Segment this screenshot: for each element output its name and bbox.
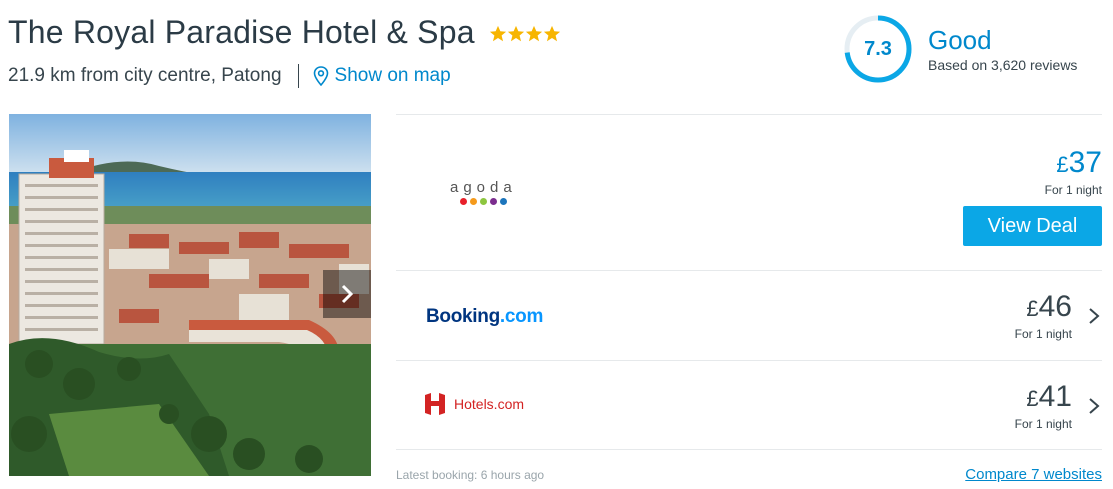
latest-booking-text: Latest booking: 6 hours ago (396, 467, 545, 482)
star-rating (489, 25, 561, 43)
deals-footer: Latest booking: 6 hours ago Compare 7 we… (396, 466, 1102, 483)
booking-logo-suffix: .com (499, 306, 544, 327)
distance-text: 21.9 km from city centre, Patong (8, 65, 282, 86)
per-night-label: For 1 night (1014, 327, 1072, 341)
agoda-logo-text: agoda (450, 179, 517, 196)
currency-symbol: £ (1026, 386, 1039, 411)
hotels-h-icon (425, 393, 445, 415)
booking-price: £46 For 1 night (1014, 291, 1072, 342)
booking-logo: Booking .com (426, 306, 543, 328)
star-icon (489, 25, 506, 41)
hotel-photo[interactable] (9, 114, 371, 476)
per-night-label: For 1 night (1044, 183, 1102, 197)
agoda-dots-icon (459, 198, 507, 205)
deals-list: agoda £37 For 1 night View Deal Booking.… (396, 114, 1102, 450)
agoda-logo: agoda (450, 179, 517, 205)
star-icon (507, 25, 524, 41)
chevron-right-icon[interactable] (1088, 397, 1100, 415)
hotels-logo-text: Hotels.com (454, 396, 525, 412)
review-count: Based on 3,620 reviews (928, 57, 1078, 73)
chevron-right-icon (341, 284, 354, 304)
currency-symbol: £ (1026, 296, 1039, 321)
compare-websites-link[interactable]: Compare 7 websites (965, 466, 1102, 483)
show-on-map-link[interactable]: Show on map (313, 65, 451, 87)
view-deal-button[interactable]: View Deal (963, 206, 1102, 246)
hotel-name: The Royal Paradise Hotel & Spa (8, 14, 475, 50)
hotel-location-row: 21.9 km from city centre, Patong Show on… (8, 64, 451, 88)
hotels-logo: Hotels.com (424, 392, 524, 416)
hotels-price: £41 For 1 night (1014, 381, 1072, 432)
per-night-label: For 1 night (1014, 417, 1072, 431)
rating-ring: 7.3 (843, 14, 913, 84)
hotel-photo-image (9, 114, 371, 476)
divider (297, 64, 299, 88)
rating-label: Good (928, 25, 992, 55)
hotel-header: The Royal Paradise Hotel & Spa (8, 14, 561, 51)
agoda-price: £37 For 1 night (1044, 147, 1102, 198)
price-value: £41 (1015, 381, 1072, 415)
deal-row-agoda[interactable]: agoda £37 For 1 night View Deal (396, 114, 1102, 270)
deal-row-booking[interactable]: Booking .com £46 For 1 night (396, 270, 1102, 360)
price-amount: 46 (1038, 290, 1072, 323)
show-on-map-label: Show on map (334, 65, 451, 86)
chevron-right-icon[interactable] (1088, 307, 1100, 325)
next-photo-button[interactable] (323, 270, 371, 318)
guest-rating: 7.3 Good Based on 3,620 reviews (843, 14, 1077, 84)
price-amount: 37 (1068, 146, 1102, 179)
price-value: £37 (1045, 147, 1102, 181)
price-amount: 41 (1038, 380, 1072, 413)
currency-symbol: £ (1056, 152, 1069, 177)
rating-score: 7.3 (864, 37, 892, 60)
price-value: £46 (1015, 291, 1072, 325)
booking-logo-main: Booking (426, 306, 500, 327)
deal-row-hotels[interactable]: Hotels.com £41 For 1 night (396, 360, 1102, 450)
map-pin-icon (313, 66, 328, 86)
star-icon (525, 25, 542, 41)
star-icon (543, 25, 560, 41)
